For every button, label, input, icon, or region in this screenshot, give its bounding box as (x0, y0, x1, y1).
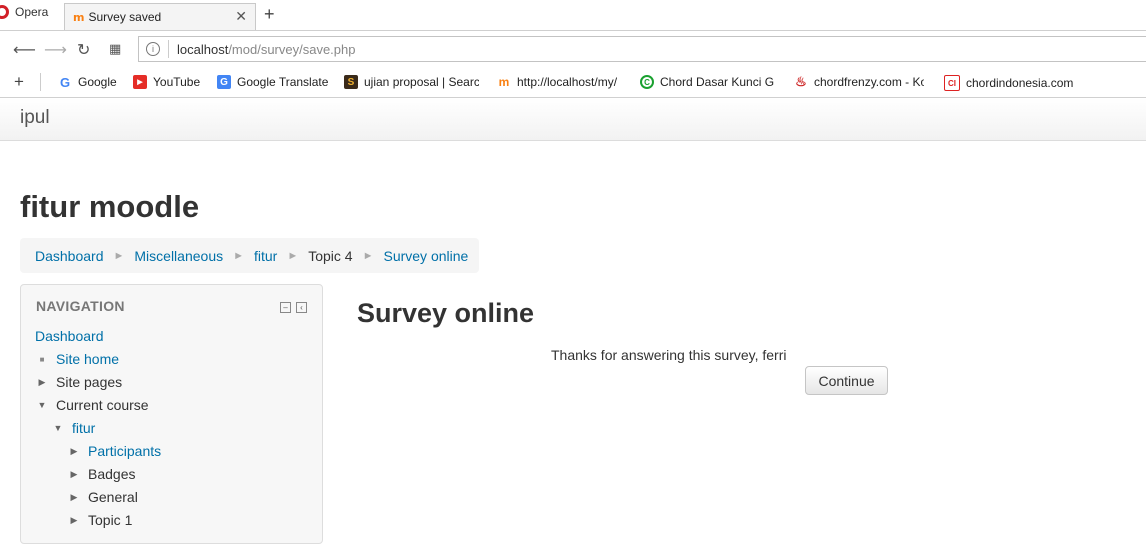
opera-menu-button[interactable]: Opera (0, 0, 48, 24)
collapse-block-icon[interactable]: – (280, 302, 291, 313)
bookmark-label: ujian proposal | Searc (364, 75, 479, 89)
scribd-icon: S (344, 75, 358, 89)
nav-item-label: Participants (88, 443, 162, 459)
close-tab-icon[interactable]: ✕ (235, 8, 247, 25)
url-text[interactable]: localhost/mod/survey/save.php (177, 42, 356, 57)
nav-item-label: General (88, 489, 138, 505)
thank-you-message: Thanks for answering this survey, ferri (551, 347, 787, 363)
bookmark-chordindonesia[interactable]: CI chordindonesia.com - (944, 75, 1074, 91)
bookmark-youtube[interactable]: ▶ YouTube (133, 75, 200, 89)
nav-item-label: Dashboard (35, 328, 104, 344)
bookmark-label: chordindonesia.com - (966, 76, 1074, 90)
navigation-heading: NAVIGATION (36, 298, 125, 314)
url-path: /mod/survey/save.php (228, 41, 356, 57)
tab-title: Survey saved (88, 10, 162, 24)
site-header: ipul (0, 98, 1146, 141)
bookmark-label: http://localhost/my/ (517, 75, 618, 89)
page-title: Survey online (357, 298, 535, 328)
caret-right-icon: ▶ (70, 491, 78, 502)
google-icon: G (58, 75, 72, 89)
moodle-icon: m (497, 75, 511, 89)
breadcrumb-survey-online[interactable]: Survey online (383, 248, 468, 264)
bookmark-label: Google (78, 75, 117, 89)
bookmark-google-translate[interactable]: G Google Translate (217, 75, 328, 89)
tab-survey-saved[interactable]: m Survey saved ✕ (64, 3, 256, 30)
nav-item-label: Current course (56, 397, 149, 413)
breadcrumb-miscellaneous[interactable]: Miscellaneous (134, 248, 223, 264)
caret-down-icon: ▼ (37, 400, 47, 410)
bookmark-ujian-proposal[interactable]: S ujian proposal | Searc (344, 75, 479, 89)
nav-item-dashboard[interactable]: Dashboard (35, 328, 104, 344)
bookmark-label: Google Translate (237, 75, 329, 89)
back-arrow-icon[interactable]: ⟵ (13, 40, 36, 59)
nav-item-current-course[interactable]: ▼ Current course (35, 397, 149, 413)
course-title: fitur moodle (20, 189, 200, 224)
caret-right-icon: ▶ (70, 468, 78, 479)
breadcrumb: Dashboard ► Miscellaneous ► fitur ► Topi… (20, 238, 479, 273)
breadcrumb-separator-icon: ► (233, 249, 244, 262)
breadcrumb-separator-icon: ► (362, 249, 374, 262)
bookmark-label: chordfrenzy.com - Ko (814, 75, 924, 89)
bookmarks-bar: + G Google ▶ YouTube G Google Translate … (0, 67, 1146, 98)
add-bookmark-button[interactable]: + (14, 72, 24, 92)
browser-tab-bar: Opera m Survey saved ✕ + (0, 0, 1146, 31)
navigation-block: NAVIGATION – ‹ Dashboard ■ Site home ▶ S… (20, 284, 323, 544)
breadcrumb-fitur[interactable]: fitur (254, 248, 277, 264)
chord-icon: C (640, 75, 654, 89)
bookmark-chordfrenzy[interactable]: ♨ chordfrenzy.com - Ko (794, 75, 924, 89)
dock-block-icon[interactable]: ‹ (296, 302, 307, 313)
bullet-icon: ■ (39, 354, 45, 364)
forward-arrow-icon[interactable]: ⟶ (44, 40, 67, 59)
url-host: localhost (177, 41, 229, 57)
address-toolbar: ⟵ ⟶ ↻ ▦ i localhost/mod/survey/save.php (0, 31, 1146, 67)
new-tab-button[interactable]: + (264, 4, 275, 25)
guitar-icon: ♨ (794, 75, 808, 89)
nav-item-participants[interactable]: ▶ Participants (67, 443, 162, 459)
breadcrumb-separator-icon: ► (287, 249, 299, 262)
caret-right-icon: ▶ (70, 445, 78, 456)
google-translate-icon: G (217, 75, 231, 89)
nav-item-label: Site home (56, 351, 120, 367)
nav-item-site-home[interactable]: ■ Site home (35, 351, 119, 367)
chordindonesia-icon: CI (944, 75, 960, 91)
address-bar[interactable]: i localhost/mod/survey/save.php (138, 36, 1146, 62)
nav-item-label: fitur (72, 420, 96, 436)
caret-down-icon: ▼ (53, 423, 63, 433)
speed-dial-grid-icon[interactable]: ▦ (109, 42, 121, 57)
breadcrumb-topic-4: Topic 4 (308, 247, 353, 264)
breadcrumb-separator-icon: ► (113, 249, 125, 262)
nav-item-topic-1[interactable]: ▶ Topic 1 (67, 512, 133, 528)
bookmark-google[interactable]: G Google (58, 75, 117, 89)
reload-icon[interactable]: ↻ (77, 40, 90, 59)
moodle-favicon-icon: m (73, 10, 85, 24)
nav-item-label: Badges (88, 466, 136, 482)
url-divider (168, 40, 169, 58)
caret-right-icon: ▶ (38, 376, 46, 387)
site-info-icon[interactable]: i (146, 42, 160, 56)
nav-item-label: Topic 1 (88, 512, 133, 528)
breadcrumb-dashboard[interactable]: Dashboard (35, 248, 104, 264)
bookmark-label: Chord Dasar Kunci Gi (660, 75, 774, 89)
opera-logo-icon (0, 5, 9, 19)
bookmark-localhost-my[interactable]: m http://localhost/my/ (497, 75, 617, 89)
bookmark-label: YouTube (153, 75, 201, 89)
opera-menu-label: Opera (15, 5, 49, 19)
nav-item-label: Site pages (56, 374, 123, 390)
continue-button[interactable]: Continue (805, 366, 888, 395)
nav-item-site-pages[interactable]: ▶ Site pages (35, 374, 123, 390)
caret-right-icon: ▶ (70, 514, 78, 525)
bookmark-chord-dasar[interactable]: C Chord Dasar Kunci Gi (640, 75, 774, 89)
nav-item-fitur[interactable]: ▼ fitur (51, 420, 96, 436)
bookmarks-divider (40, 73, 41, 91)
nav-item-general[interactable]: ▶ General (67, 489, 138, 505)
youtube-icon: ▶ (133, 75, 147, 89)
nav-item-badges[interactable]: ▶ Badges (67, 466, 136, 482)
site-brand-link[interactable]: ipul (20, 107, 50, 129)
